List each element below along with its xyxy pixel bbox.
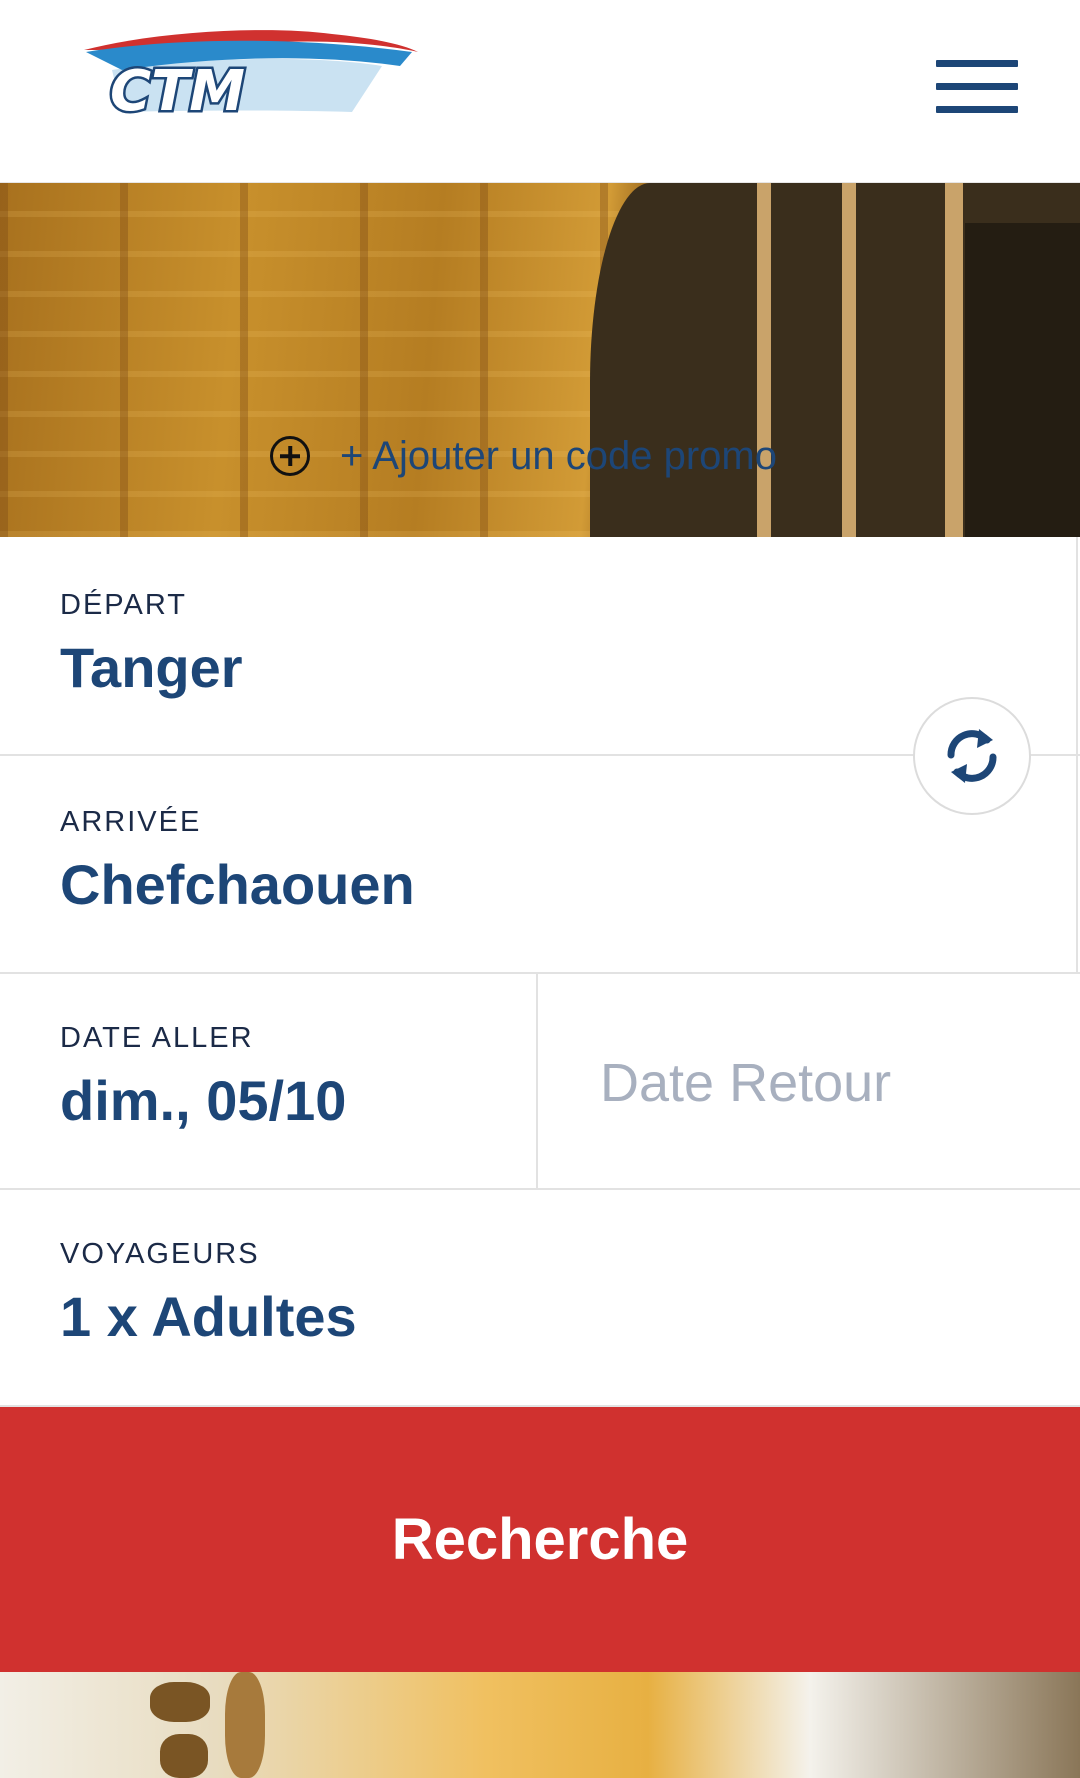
footer-image-shape [225, 1672, 265, 1778]
swap-stations-button[interactable] [913, 697, 1031, 815]
footer-image-shape [150, 1682, 210, 1722]
logo-lettering: CTM [110, 59, 245, 118]
search-button[interactable]: Recherche [0, 1407, 1080, 1672]
date-out-value: dim., 05/10 [60, 1069, 347, 1132]
hero-pillar [842, 183, 856, 537]
arrival-value: Chefchaouen [60, 853, 415, 916]
form-right-border [1076, 537, 1078, 974]
arrival-label: ARRIVÉE [60, 806, 202, 838]
footer-banner-image [0, 1672, 1080, 1778]
top-header: CTM [0, 0, 1080, 183]
hero-shadow [965, 223, 1080, 537]
departure-field[interactable]: DÉPART Tanger [0, 537, 1080, 756]
footer-image-shape [160, 1734, 208, 1778]
hero-banner-image: + Ajouter un code promo [0, 183, 1080, 537]
travellers-label: VOYAGEURS [60, 1238, 260, 1270]
date-return-field[interactable]: Date Retour [538, 974, 1080, 1188]
travellers-field[interactable]: VOYAGEURS 1 x Adultes [0, 1190, 1080, 1407]
hero-pillar [945, 183, 963, 537]
date-divider [536, 974, 538, 1190]
date-row: DATE ALLER dim., 05/10 Date Retour [0, 974, 1080, 1190]
arrival-field[interactable]: ARRIVÉE Chefchaouen [0, 756, 1080, 974]
promo-code-label: + Ajouter un code promo [340, 433, 777, 478]
travellers-value: 1 x Adultes [60, 1285, 357, 1348]
departure-value: Tanger [60, 636, 243, 699]
search-button-label: Recherche [391, 1507, 689, 1572]
departure-label: DÉPART [60, 589, 187, 621]
add-promo-code-link[interactable]: + Ajouter un code promo [270, 426, 777, 486]
swap-arrows-icon [947, 729, 997, 783]
date-return-placeholder: Date Retour [600, 1053, 892, 1113]
plus-circle-icon [270, 436, 310, 476]
hamburger-menu-icon[interactable] [930, 54, 1020, 120]
ctm-logo[interactable]: CTM [82, 26, 422, 127]
date-out-field[interactable]: DATE ALLER dim., 05/10 [0, 974, 536, 1188]
date-out-label: DATE ALLER [60, 1022, 254, 1054]
